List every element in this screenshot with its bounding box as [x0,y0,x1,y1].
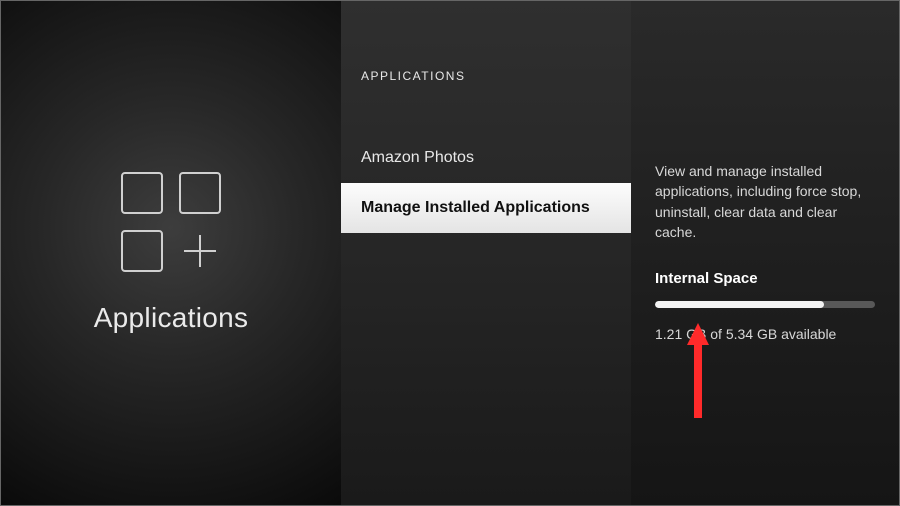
storage-bar-fill [655,301,824,308]
applications-icon [121,172,221,272]
menu-item-manage-installed-applications[interactable]: Manage Installed Applications [341,183,631,233]
storage-bar [655,301,875,308]
menu-item-label: Amazon Photos [361,149,474,166]
section-heading: APPLICATIONS [341,69,631,133]
internal-space-heading: Internal Space [655,270,875,287]
plus-icon [179,230,221,272]
category-title: Applications [94,302,249,334]
menu-item-amazon-photos[interactable]: Amazon Photos [341,133,631,183]
menu-item-label: Manage Installed Applications [361,199,590,216]
left-category-panel: Applications [1,1,341,505]
detail-description: View and manage installed applications, … [655,161,875,242]
storage-available-text: 1.21 GB of 5.34 GB available [655,326,875,342]
settings-screen: Applications APPLICATIONS Amazon Photos … [0,0,900,506]
menu-panel: APPLICATIONS Amazon Photos Manage Instal… [341,1,631,505]
detail-panel: View and manage installed applications, … [631,1,899,505]
